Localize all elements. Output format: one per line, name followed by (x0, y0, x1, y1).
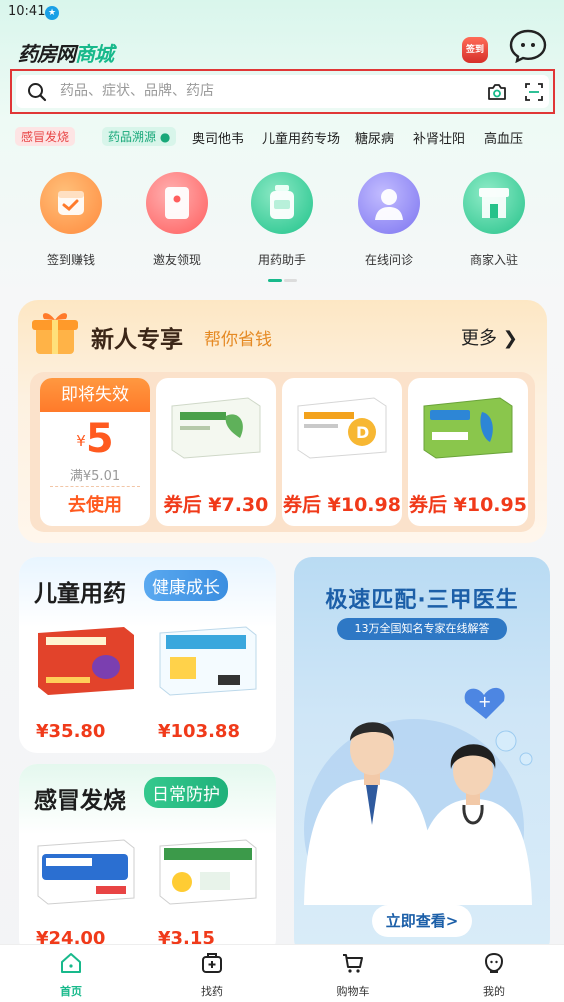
camera-icon[interactable] (486, 82, 508, 106)
notification-icon: ★ (45, 6, 59, 20)
entry-signin-earn[interactable]: 签到赚钱 (31, 172, 111, 268)
trace-icon: ● (159, 130, 171, 144)
coupon-amount: ¥5 (76, 416, 114, 462)
hot-tags-row: 感冒发烧 药品溯源 ● 奥司他韦 儿童用药专场 糖尿病 补肾壮阳 高血压 (0, 124, 564, 150)
newbie-product-card[interactable]: 券后 ¥7.30 (156, 378, 276, 526)
entry-med-assistant[interactable]: 用药助手 (242, 172, 322, 268)
hot-tag[interactable]: 奥司他韦 (192, 128, 244, 147)
search-input[interactable] (60, 80, 440, 102)
home-icon (59, 951, 83, 975)
nav-label: 购物车 (336, 985, 370, 998)
hot-tag[interactable]: 感冒发烧 (15, 127, 76, 146)
storefront-icon (463, 172, 525, 234)
product-box-image (159, 626, 257, 696)
product-box-image: D (297, 397, 387, 459)
nav-label: 我的 (483, 985, 505, 998)
card-title: 感冒发烧 (34, 788, 126, 814)
hot-tag[interactable]: 药品溯源 ● (102, 127, 177, 146)
chevron-right-icon: ❯ (502, 328, 518, 349)
signin-button[interactable]: 签到 (462, 37, 488, 63)
product-price: 券后 ¥10.98 (283, 494, 401, 516)
medicine-box-icon (200, 951, 224, 975)
card-badge: 日常防护 (144, 777, 228, 808)
cart-icon (341, 951, 365, 975)
svg-text:+: + (478, 692, 491, 711)
bottom-nav: 首页 找药 购物车 我的 (0, 944, 564, 1002)
hot-tag[interactable]: 高血压 (484, 128, 523, 147)
child-medicine-card[interactable]: 儿童用药 健康成长 ¥35.80 ¥103.88 (19, 557, 276, 753)
product-price: ¥103.88 (158, 721, 240, 742)
hot-tag-label: 药品溯源 (108, 130, 157, 144)
search-icon (27, 82, 47, 106)
newbie-offers: 即将失效 ¥5 满¥5.01 去使用 券后 ¥7.30 D 券后 ¥10.98 … (30, 372, 535, 532)
product-box-image (171, 397, 261, 459)
product-box-image (38, 627, 134, 695)
nav-home[interactable]: 首页 (31, 951, 111, 999)
banner-subtitle: 13万全国知名专家在线解答 (337, 618, 507, 640)
hot-tag[interactable]: 糖尿病 (355, 128, 394, 147)
doctor-consult-banner[interactable]: 极速匹配·三甲医生 13万全国知名专家在线解答 + 立即查看> (294, 557, 550, 957)
entry-merchant-join[interactable]: 商家入驻 (454, 172, 534, 268)
newbie-title: 新人专享 (91, 327, 183, 353)
more-link[interactable]: 更多 ❯ (461, 324, 518, 350)
coupon-status: 即将失效 (40, 378, 150, 412)
newbie-section: 新人专享 帮你省钱 更多 ❯ 即将失效 ¥5 满¥5.01 去使用 券后 ¥7.… (18, 300, 547, 543)
entry-label: 商家入驻 (469, 253, 518, 267)
banner-title: 极速匹配·三甲医生 (325, 588, 519, 613)
entry-label: 用药助手 (257, 253, 306, 267)
logo-text-shop: 商城 (75, 42, 114, 66)
entry-online-consult[interactable]: 在线问诊 (349, 172, 429, 268)
entry-label: 签到赚钱 (46, 253, 95, 267)
newbie-subtitle: 帮你省钱 (204, 330, 272, 350)
svg-text:D: D (356, 423, 369, 442)
nav-label: 找药 (201, 985, 223, 998)
coupon-use-button[interactable]: 去使用 (40, 491, 150, 517)
status-time: 10:41 (8, 4, 46, 19)
search-highlight-frame (10, 69, 555, 114)
profile-icon (482, 951, 506, 975)
nav-label: 首页 (60, 985, 82, 998)
product-box-image (159, 839, 257, 905)
scan-icon[interactable] (524, 82, 544, 106)
app-logo: 药房网商城 (18, 38, 114, 67)
gift-box-icon (26, 308, 86, 358)
calendar-check-icon (40, 172, 102, 234)
invite-card-icon (146, 172, 208, 234)
carousel-pager (268, 279, 297, 282)
newbie-product-card[interactable]: D 券后 ¥10.98 (282, 378, 402, 526)
product-price: 券后 ¥10.95 (409, 494, 527, 516)
logo-text-main: 药房网 (18, 42, 76, 66)
product-price: ¥35.80 (36, 721, 106, 742)
card-title: 儿童用药 (34, 581, 126, 607)
entry-invite[interactable]: 邀友领现 (137, 172, 217, 268)
coupon-condition: 满¥5.01 (69, 469, 121, 484)
entry-label: 在线问诊 (364, 253, 413, 267)
status-bar: 10:41 ★ (0, 0, 564, 26)
chat-bubble-icon[interactable] (509, 29, 547, 64)
newbie-product-card[interactable]: 券后 ¥10.95 (408, 378, 528, 526)
more-label: 更多 (461, 328, 497, 349)
cold-fever-card[interactable]: 感冒发烧 日常防护 ¥24.00 ¥3.15 (19, 764, 276, 957)
doctor-icon (358, 172, 420, 234)
entry-label: 邀友领现 (152, 253, 201, 267)
nav-find-medicine[interactable]: 找药 (172, 951, 252, 999)
coupon-card[interactable]: 即将失效 ¥5 满¥5.01 去使用 (40, 378, 150, 526)
view-now-button[interactable]: 立即查看> (372, 905, 472, 937)
medicine-bottle-icon (251, 172, 313, 234)
hot-tag[interactable]: 补肾壮阳 (413, 128, 465, 147)
product-box-image (423, 397, 513, 459)
product-box-image (37, 839, 135, 905)
doctors-illustration: + (304, 687, 533, 905)
search-bar[interactable] (16, 75, 549, 108)
product-price: 券后 ¥7.30 (163, 494, 269, 516)
hot-tag[interactable]: 儿童用药专场 (262, 128, 340, 147)
nav-profile[interactable]: 我的 (454, 951, 534, 999)
card-badge: 健康成长 (144, 570, 228, 601)
nav-cart[interactable]: 购物车 (313, 951, 393, 999)
